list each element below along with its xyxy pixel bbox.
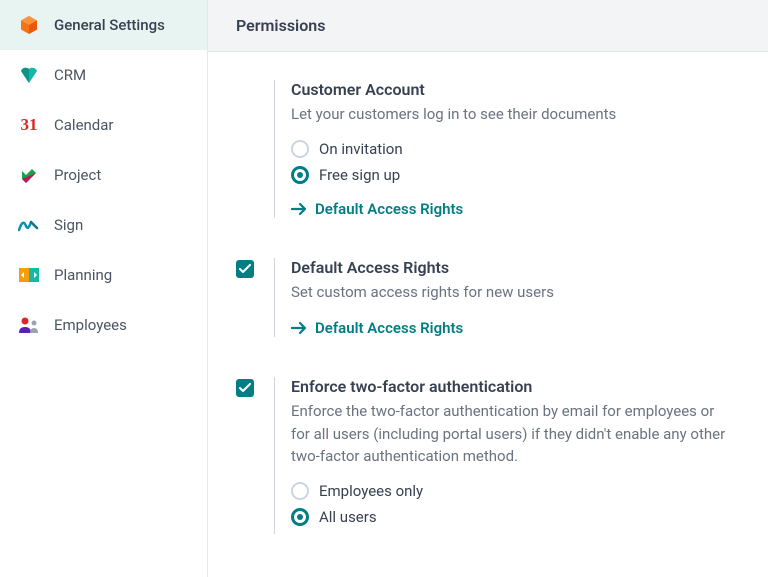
employees-icon xyxy=(18,314,40,336)
sidebar-item-label: Employees xyxy=(54,316,127,334)
sidebar-item-sign[interactable]: Sign xyxy=(0,200,207,250)
sidebar-item-label: General Settings xyxy=(54,16,165,34)
content: Customer Account Let your customers log … xyxy=(208,52,768,577)
setting-title: Enforce two-factor authentication xyxy=(291,377,732,396)
link-label: Default Access Rights xyxy=(315,319,463,337)
sidebar-item-label: Sign xyxy=(54,216,83,234)
checkbox-default-access[interactable] xyxy=(236,260,254,278)
radio-icon xyxy=(291,166,309,184)
radio-on-invitation[interactable]: On invitation xyxy=(291,140,732,158)
crm-icon xyxy=(18,64,40,86)
radio-icon xyxy=(291,482,309,500)
check-icon xyxy=(239,383,251,393)
radio-free-sign-up[interactable]: Free sign up xyxy=(291,166,732,184)
sidebar-item-planning[interactable]: Planning xyxy=(0,250,207,300)
radio-all-users[interactable]: All users xyxy=(291,508,732,526)
main: Permissions Customer Account Let your cu… xyxy=(208,0,768,577)
sidebar-item-label: Project xyxy=(54,166,101,184)
setting-body: Enforce two-factor authentication Enforc… xyxy=(274,377,732,534)
setting-title: Default Access Rights xyxy=(291,258,732,277)
setting-default-access-rights: Default Access Rights Set custom access … xyxy=(236,258,732,338)
setting-body: Customer Account Let your customers log … xyxy=(274,80,732,218)
arrow-right-icon xyxy=(291,321,307,335)
project-icon xyxy=(18,164,40,186)
sidebar: General Settings CRM 31 Calendar Project… xyxy=(0,0,208,577)
radio-employees-only[interactable]: Employees only xyxy=(291,482,732,500)
sidebar-item-project[interactable]: Project xyxy=(0,150,207,200)
checkbox-two-factor[interactable] xyxy=(236,379,254,397)
link-label: Default Access Rights xyxy=(315,200,463,218)
link-default-access-rights[interactable]: Default Access Rights xyxy=(291,319,732,337)
sidebar-item-label: Calendar xyxy=(54,116,114,134)
setting-body: Default Access Rights Set custom access … xyxy=(274,258,732,338)
sidebar-item-employees[interactable]: Employees xyxy=(0,300,207,350)
radio-icon xyxy=(291,508,309,526)
radio-label: On invitation xyxy=(319,140,403,158)
setting-checkbox-slot xyxy=(236,377,254,534)
radio-label: Free sign up xyxy=(319,166,400,184)
sidebar-item-label: Planning xyxy=(54,266,112,284)
arrow-right-icon xyxy=(291,202,307,216)
radio-icon xyxy=(291,140,309,158)
setting-checkbox-slot xyxy=(236,258,254,338)
setting-description: Set custom access rights for new users xyxy=(291,281,732,304)
radio-label: Employees only xyxy=(319,482,423,500)
setting-two-factor: Enforce two-factor authentication Enforc… xyxy=(236,377,732,534)
setting-description: Enforce the two-factor authentication by… xyxy=(291,400,732,468)
setting-description: Let your customers log in to see their d… xyxy=(291,103,732,126)
check-icon xyxy=(239,264,251,274)
link-default-access-rights[interactable]: Default Access Rights xyxy=(291,200,732,218)
planning-icon xyxy=(18,264,40,286)
calendar-icon: 31 xyxy=(18,114,40,136)
sidebar-item-general-settings[interactable]: General Settings xyxy=(0,0,207,50)
page-title: Permissions xyxy=(208,0,768,52)
sign-icon xyxy=(18,214,40,236)
sidebar-item-label: CRM xyxy=(54,66,86,84)
setting-checkbox-slot xyxy=(236,80,254,218)
sidebar-item-crm[interactable]: CRM xyxy=(0,50,207,100)
setting-customer-account: Customer Account Let your customers log … xyxy=(236,80,732,218)
setting-title: Customer Account xyxy=(291,80,732,99)
sidebar-item-calendar[interactable]: 31 Calendar xyxy=(0,100,207,150)
general-settings-icon xyxy=(18,14,40,36)
radio-label: All users xyxy=(319,508,377,526)
